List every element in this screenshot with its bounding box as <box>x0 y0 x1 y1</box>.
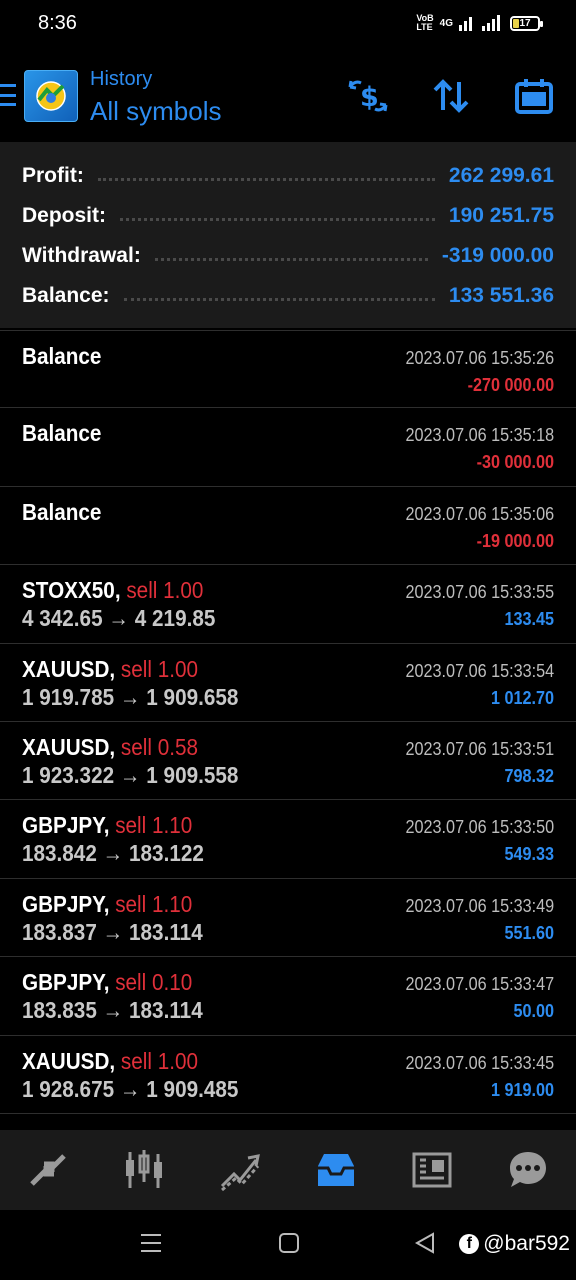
watermark-handle: @bar592 <box>483 1232 570 1255</box>
row-prices: 183.842 → 183.122 <box>22 840 204 867</box>
battery-icon: 17 <box>510 15 543 31</box>
row-time: 2023.07.06 15:35:06 <box>405 503 554 524</box>
system-nav-bar: f @bar592 <box>0 1210 576 1280</box>
row-prices: 1 923.322 → 1 909.558 <box>22 761 239 788</box>
row-amount: 1 919.00 <box>490 1079 554 1100</box>
sort-icon[interactable] <box>429 74 473 118</box>
network-type: 4G <box>439 17 453 29</box>
row-time: 2023.07.06 15:35:18 <box>405 425 554 446</box>
chart-icon[interactable] <box>114 1140 174 1200</box>
row-time: 2023.07.06 15:33:47 <box>405 974 554 995</box>
row-symbol: XAUUSD, <box>22 733 116 760</box>
row-symbol: Balance <box>22 498 102 525</box>
history-row[interactable]: Balance 2023.07.06 15:35:18 -30 000.00 <box>0 408 576 487</box>
news-icon[interactable] <box>402 1140 462 1200</box>
trade-icon[interactable] <box>210 1140 270 1200</box>
history-row[interactable]: XAUUSD, sell 1.00 1 919.785 → 1 909.658 … <box>0 644 576 722</box>
calendar-icon[interactable] <box>512 74 556 118</box>
row-prices: 183.835 → 183.114 <box>22 997 203 1024</box>
history-row[interactable]: Balance 2023.07.06 15:35:26 -270 000.00 <box>0 330 576 409</box>
row-symbol: STOXX50, <box>22 577 121 604</box>
row-amount: -270 000.00 <box>467 375 554 395</box>
row-side: sell 1.00 <box>120 1047 199 1074</box>
row-side: sell 1.10 <box>115 890 193 917</box>
row-amount: 798.32 <box>504 765 554 786</box>
history-row[interactable]: GBPJPY, sell 1.10 183.842 → 183.122 2023… <box>0 800 576 879</box>
row-prices: 4 342.65 → 4 219.85 <box>22 605 216 632</box>
signal-icon-2 <box>482 15 500 31</box>
menu-icon[interactable] <box>0 84 16 106</box>
row-time: 2023.07.06 15:35:26 <box>405 348 554 368</box>
facebook-icon: f <box>459 1234 480 1254</box>
history-row[interactable]: XAUUSD, sell 0.58 1 923.322 → 1 909.558 … <box>0 722 576 801</box>
row-time: 2023.07.06 15:33:45 <box>405 1052 554 1073</box>
row-symbol: GBPJPY, <box>22 890 110 917</box>
row-side: sell 1.00 <box>120 655 199 682</box>
history-icon[interactable] <box>306 1140 366 1200</box>
watermark: f @bar592 <box>459 1232 570 1256</box>
row-side: sell 0.58 <box>120 733 199 760</box>
row-symbol: Balance <box>22 420 102 447</box>
row-symbol: XAUUSD, <box>22 1047 116 1074</box>
row-time: 2023.07.06 15:33:54 <box>405 660 554 681</box>
chat-icon[interactable] <box>498 1140 558 1200</box>
row-amount: 551.60 <box>504 922 554 943</box>
status-bar: 8:36 VoB LTE 4G 17 <box>0 0 576 50</box>
row-amount: 1 012.70 <box>490 687 554 708</box>
row-symbol: Balance <box>22 343 102 369</box>
row-side: sell 0.10 <box>115 969 193 996</box>
volte-indicator: VoB LTE <box>416 13 434 32</box>
row-side: sell 1.00 <box>126 577 204 604</box>
history-row[interactable]: GBPJPY, sell 0.10 183.835 → 183.114 2023… <box>0 957 576 1036</box>
status-time: 8:36 <box>38 12 77 34</box>
summary-profit: Profit: 262 299.61 <box>22 164 554 187</box>
app-header: History All symbols $ <box>0 56 576 136</box>
quotes-icon[interactable] <box>18 1140 78 1200</box>
history-row[interactable]: GBPJPY, sell 1.10 183.837 → 183.114 2023… <box>0 879 576 958</box>
currency-swap-icon[interactable]: $ <box>346 74 390 118</box>
row-symbol: XAUUSD, <box>22 655 116 682</box>
history-list: Balance 2023.07.06 15:35:26 -270 000.00 … <box>0 330 576 1114</box>
signal-icon <box>459 15 472 31</box>
summary-balance: Balance: 133 551.36 <box>22 284 554 307</box>
row-prices: 1 919.785 → 1 909.658 <box>22 683 239 710</box>
history-row[interactable]: STOXX50, sell 1.00 4 342.65 → 4 219.85 2… <box>0 565 576 644</box>
history-row[interactable]: Balance 2023.07.06 15:35:06 -19 000.00 <box>0 487 576 566</box>
history-row[interactable]: XAUUSD, sell 1.00 1 928.675 → 1 909.485 … <box>0 1036 576 1114</box>
row-prices: 183.837 → 183.114 <box>22 918 203 945</box>
row-amount: -30 000.00 <box>476 452 554 473</box>
bottom-nav <box>0 1130 576 1210</box>
row-amount: 133.45 <box>504 609 554 630</box>
row-prices: 1 928.675 → 1 909.485 <box>22 1075 239 1102</box>
row-amount: -19 000.00 <box>476 530 554 551</box>
home-icon[interactable] <box>278 1232 300 1259</box>
row-time: 2023.07.06 15:33:49 <box>405 895 554 916</box>
row-time: 2023.07.06 15:33:50 <box>405 817 554 838</box>
summary-deposit: Deposit: 190 251.75 <box>22 204 554 227</box>
row-amount: 50.00 <box>513 1001 554 1022</box>
row-amount: 549.33 <box>504 844 554 865</box>
row-side: sell 1.10 <box>115 812 193 839</box>
status-icons: VoB LTE 4G 17 <box>416 13 543 32</box>
row-time: 2023.07.06 15:33:51 <box>405 738 554 759</box>
recent-apps-icon[interactable] <box>140 1232 162 1259</box>
row-time: 2023.07.06 15:33:55 <box>405 582 554 603</box>
summary-panel: Profit: 262 299.61 Deposit: 190 251.75 W… <box>0 142 576 328</box>
row-symbol: GBPJPY, <box>22 969 110 996</box>
header-title[interactable]: All symbols <box>90 96 221 127</box>
app-logo <box>24 70 78 122</box>
row-symbol: GBPJPY, <box>22 812 110 839</box>
summary-withdrawal: Withdrawal: -319 000.00 <box>22 244 554 267</box>
header-subtitle: History <box>90 68 153 90</box>
back-icon[interactable] <box>414 1232 436 1259</box>
